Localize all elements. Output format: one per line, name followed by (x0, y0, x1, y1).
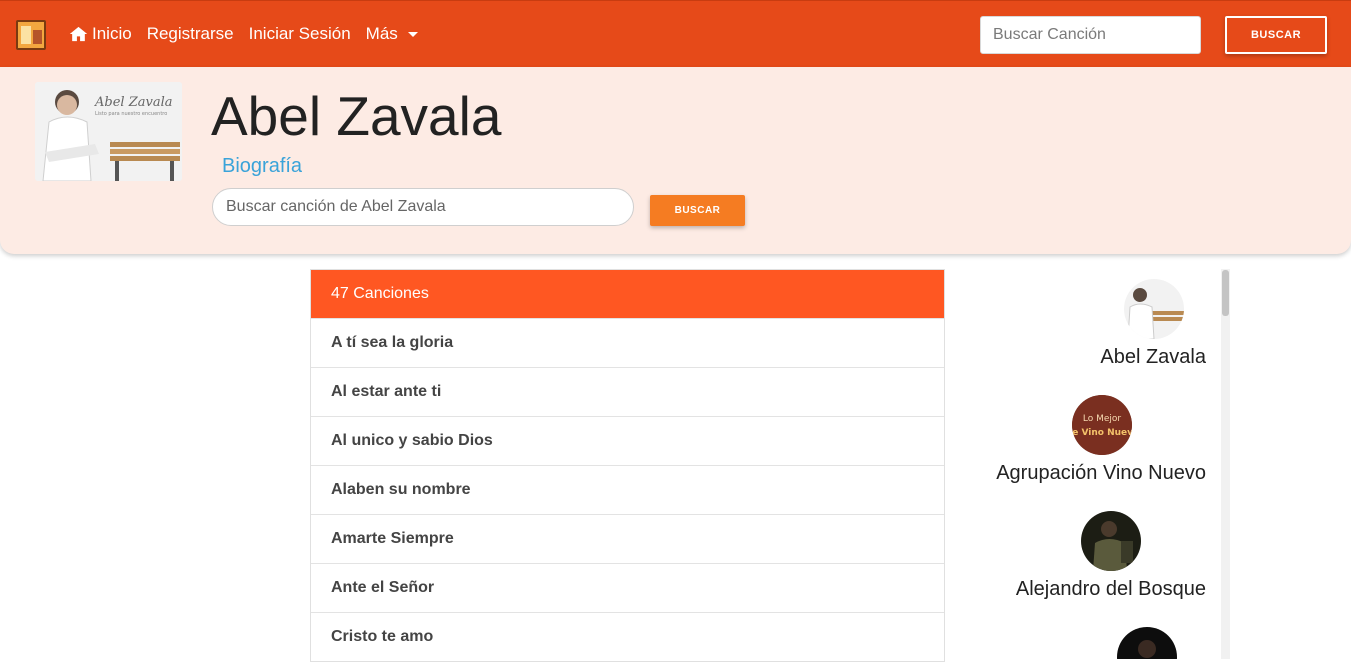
song-search-input[interactable] (980, 16, 1201, 54)
song-list-item[interactable]: Al estar ante ti (311, 367, 944, 416)
related-artist-name: Abel Zavala (1100, 346, 1206, 368)
song-list-item[interactable]: Al unico y sabio Dios (311, 416, 944, 465)
nav-home-label: Inicio (92, 24, 132, 43)
svg-text:Listo para nuestro encuentro: Listo para nuestro encuentro (95, 111, 167, 117)
top-navbar: Inicio Registrarse Iniciar Sesión Más BU… (0, 0, 1351, 67)
song-count-header: 47 Canciones (311, 270, 944, 318)
song-list-panel: 47 Canciones A tí sea la gloria Al estar… (310, 269, 945, 662)
related-artist-name: Agrupación Vino Nuevo (996, 462, 1206, 484)
song-search-button[interactable]: BUSCAR (1225, 16, 1327, 54)
artist-song-search-button[interactable]: BUSCAR (650, 195, 745, 226)
artist-name-title: Abel Zavala (211, 85, 502, 147)
nav-register-link[interactable]: Registrarse (147, 22, 234, 46)
artist-avatar (1081, 511, 1141, 571)
nav-login-link[interactable]: Iniciar Sesión (249, 22, 351, 46)
nav-register-label: Registrarse (146, 24, 234, 43)
site-logo-icon[interactable] (16, 20, 46, 50)
related-artist-name: Alejandro del Bosque (1015, 578, 1206, 600)
related-artist-card[interactable] (1117, 627, 1206, 659)
artist-avatar: Lo Mejor De Vino Nuevo (1072, 395, 1132, 455)
song-list-item[interactable]: Alaben su nombre (311, 465, 944, 514)
sidebar-scrollbar-thumb[interactable] (1222, 270, 1229, 316)
related-artist-card[interactable]: Alejandro del Bosque (1016, 511, 1206, 601)
nav-links: Inicio Registrarse Iniciar Sesión Más (69, 22, 418, 46)
artist-avatar (1117, 627, 1177, 659)
related-artist-card[interactable]: Abel Zavala (1100, 279, 1206, 369)
svg-text:Abel Zavala: Abel Zavala (94, 95, 172, 110)
svg-text:De Vino Nuevo: De Vino Nuevo (1072, 428, 1132, 438)
artist-avatar (1124, 279, 1184, 339)
artist-header: Abel Zavala Listo para nuestro encuentro… (0, 67, 1351, 254)
artist-song-search-input[interactable] (212, 188, 634, 226)
svg-text:Lo Mejor: Lo Mejor (1083, 414, 1122, 424)
nav-login-label: Iniciar Sesión (248, 24, 351, 43)
biography-link[interactable]: Biografía (222, 155, 302, 178)
nav-more-label: Más (365, 24, 398, 43)
home-icon (69, 26, 88, 42)
related-artist-card[interactable]: Lo Mejor De Vino Nuevo Agrupación Vino N… (996, 395, 1206, 485)
caret-down-icon (407, 31, 418, 37)
song-list-item[interactable]: Cristo te amo (311, 612, 944, 661)
song-list-item[interactable]: Ante el Señor (311, 563, 944, 612)
song-list-item[interactable]: A tí sea la gloria (311, 318, 944, 367)
sidebar-scrollbar[interactable] (1221, 269, 1230, 659)
nav-more-dropdown[interactable]: Más (366, 22, 418, 46)
artist-photo: Abel Zavala Listo para nuestro encuentro (35, 82, 182, 181)
nav-home-link[interactable]: Inicio (69, 22, 132, 46)
song-list-item[interactable]: Amarte Siempre (311, 514, 944, 563)
related-artists-sidebar: Abel Zavala Lo Mejor De Vino Nuevo Agrup… (960, 269, 1230, 659)
